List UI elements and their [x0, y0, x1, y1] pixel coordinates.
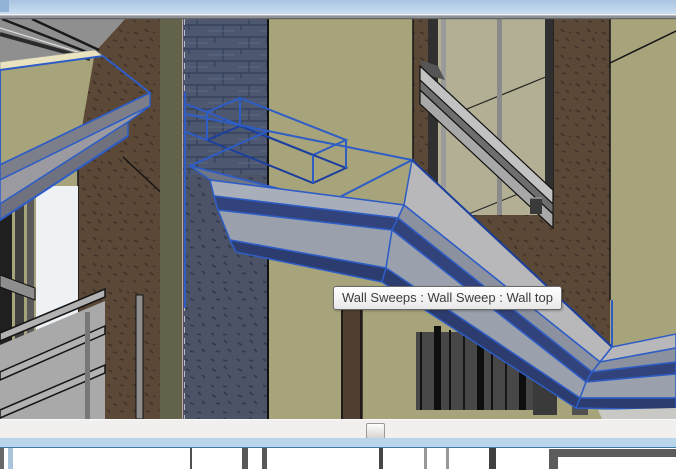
bottom-window-sliver — [0, 448, 676, 469]
bottom-bar — [8, 448, 13, 469]
bottom-frame-corner — [549, 449, 676, 457]
bottom-bar — [190, 448, 192, 469]
selection-tooltip: Wall Sweeps : Wall Sweep : Wall top — [333, 286, 562, 310]
3d-scene — [0, 0, 676, 419]
bottom-bar — [0, 448, 4, 469]
bottom-frame-corner — [549, 449, 558, 469]
bottom-bar — [242, 448, 248, 469]
bottom-bar — [262, 448, 267, 469]
sky-strip — [0, 0, 676, 20]
bottom-bar — [424, 448, 427, 469]
scrollbar-thumb[interactable] — [366, 423, 385, 439]
wall-strip-dark-olive — [160, 19, 183, 419]
bottom-bar — [379, 448, 383, 469]
bottom-bar — [446, 448, 449, 469]
bottom-bar — [489, 448, 496, 469]
model-canvas[interactable]: Wall Sweeps : Wall Sweep : Wall top — [0, 0, 676, 419]
horizontal-scrollbar[interactable] — [0, 419, 676, 439]
status-strip — [0, 438, 676, 448]
revit-view-crop: Wall Sweeps : Wall Sweep : Wall top — [0, 0, 676, 469]
